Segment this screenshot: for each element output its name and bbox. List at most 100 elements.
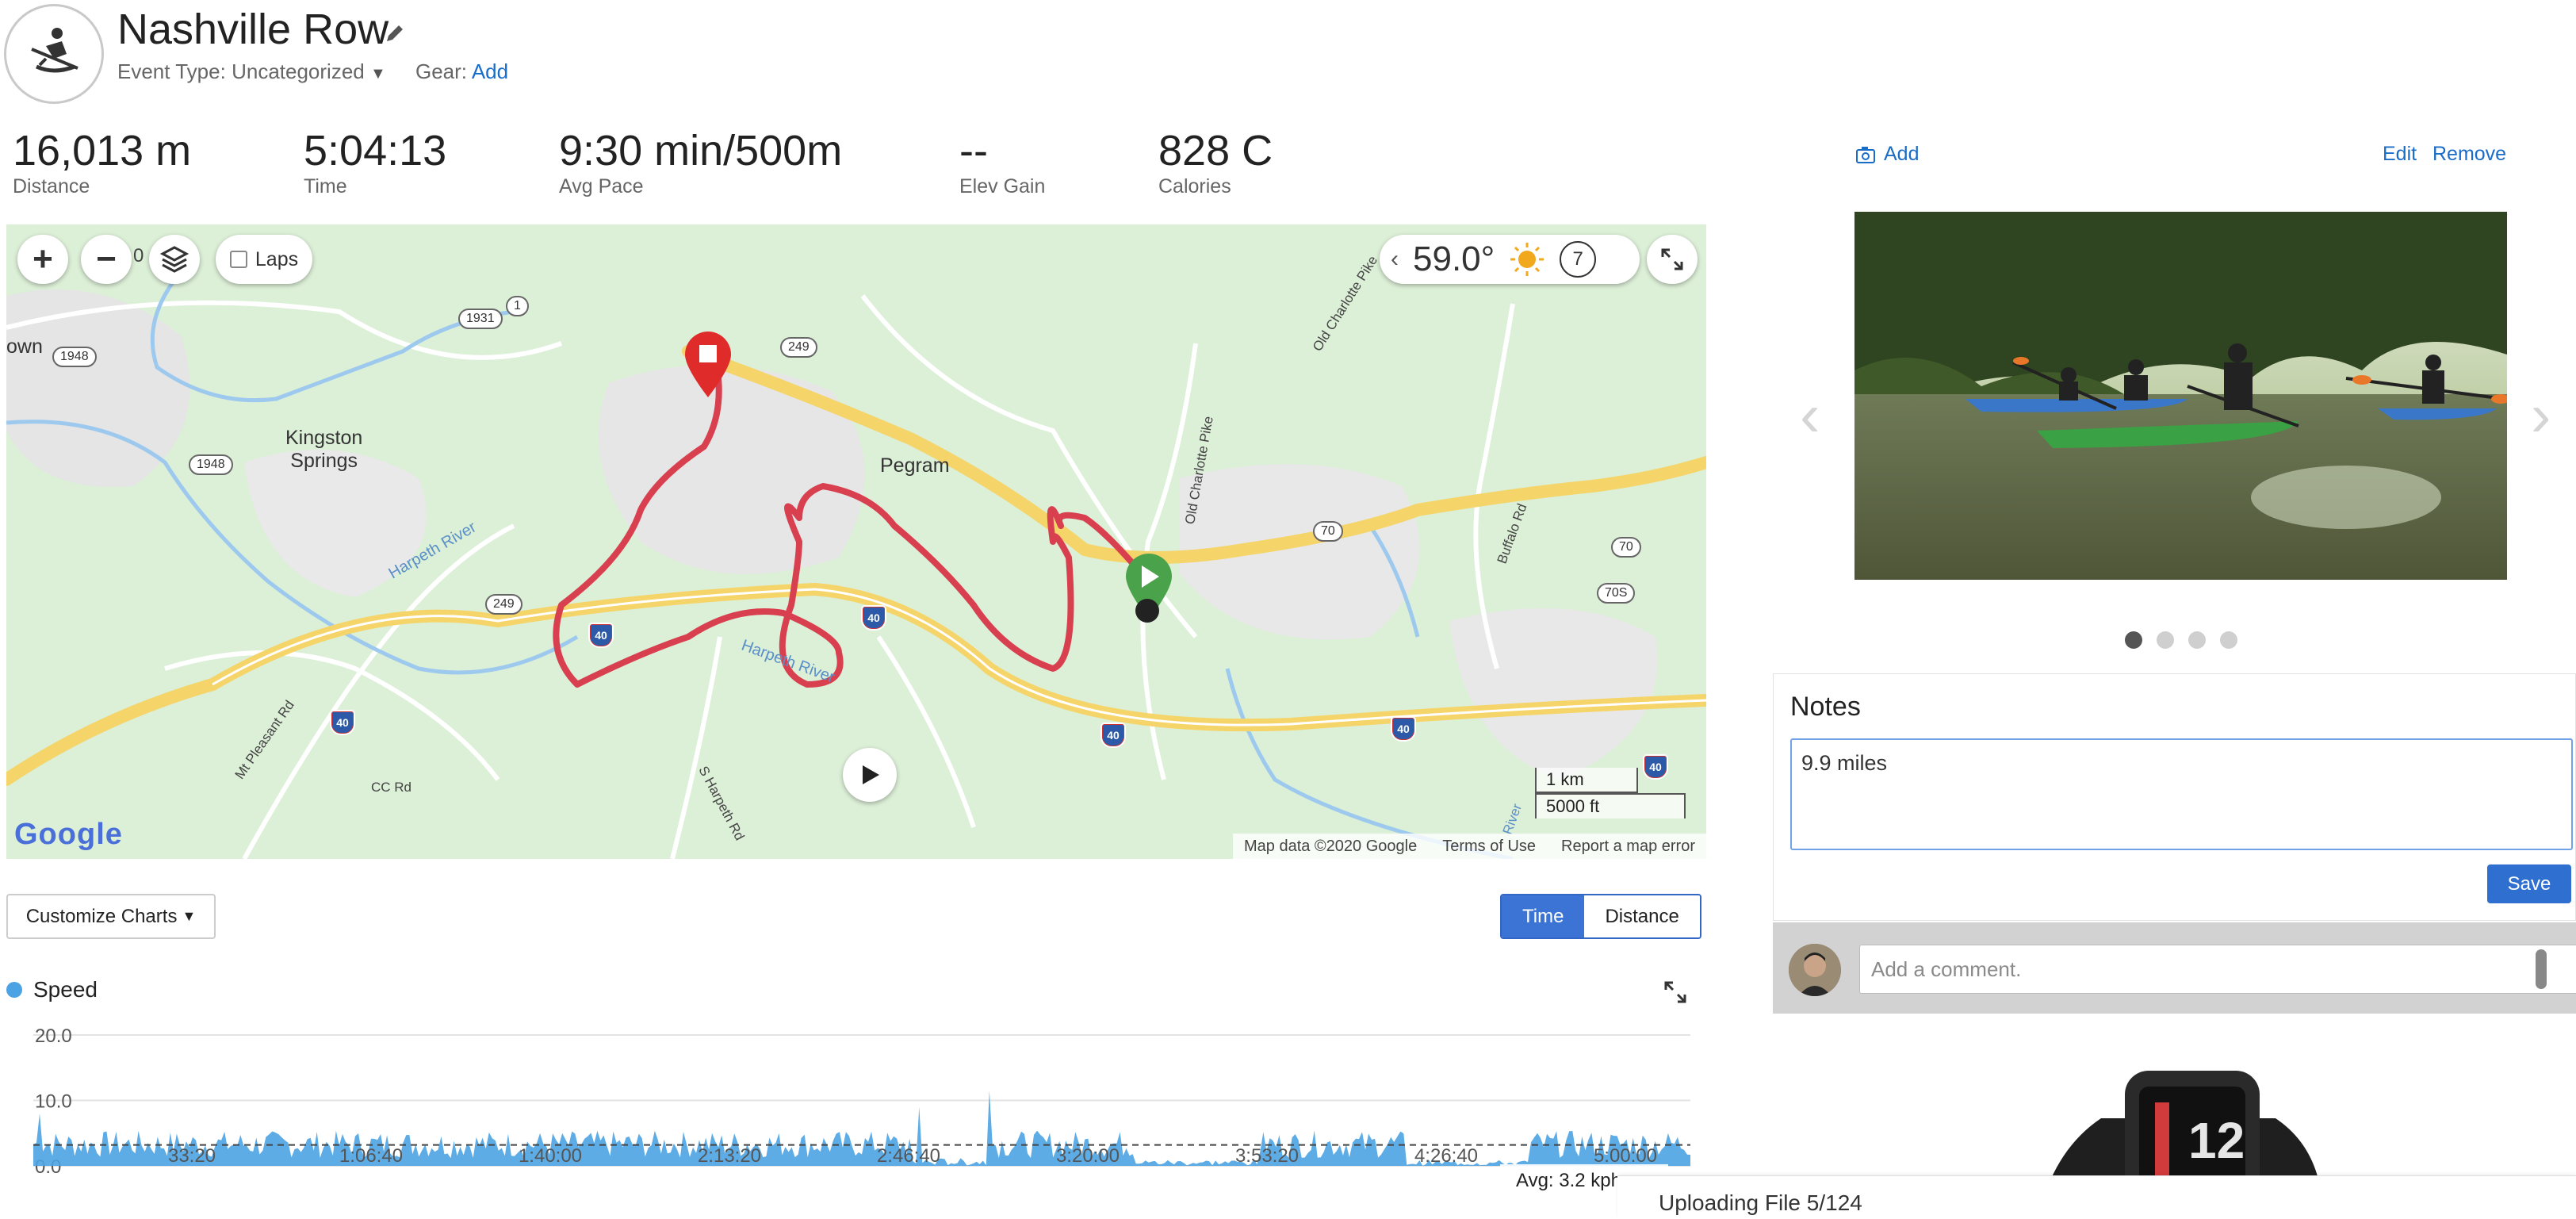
stat-avg-pace: 9:30 min/500m Avg Pace <box>559 129 842 198</box>
x-tick-label: 2:46:40 <box>877 1145 940 1167</box>
speed-legend-dot <box>6 982 22 998</box>
interstate-shield: 40 <box>861 605 886 631</box>
stat-calories: 828 C Calories <box>1158 129 1273 198</box>
route-shield: 70 <box>1611 537 1641 558</box>
pagination-dot[interactable] <box>2157 631 2174 649</box>
stat-value: 9:30 min/500m <box>559 127 843 174</box>
photo-next-arrow-icon[interactable]: › <box>2531 381 2551 450</box>
wind-indicator-icon: 7 <box>1560 241 1597 278</box>
add-photo-button[interactable]: Add <box>1855 143 1919 166</box>
x-tick-label: 5:00:00 <box>1594 1145 1657 1167</box>
interstate-shield: 40 <box>330 710 355 735</box>
interstate-shield: 40 <box>1100 723 1126 748</box>
activity-photo[interactable] <box>1854 212 2507 580</box>
speed-legend-label: Speed <box>33 977 98 1002</box>
x-tick-label: 2:13:20 <box>698 1145 761 1167</box>
photo-pagination <box>2125 631 2237 649</box>
comment-scrollbar[interactable] <box>2536 949 2547 989</box>
gear-add-link[interactable]: Add <box>472 59 508 83</box>
report-error-link[interactable]: Report a map error <box>1561 838 1695 856</box>
edit-title-pencil-icon[interactable] <box>384 22 406 44</box>
customize-charts-label: Customize Charts <box>25 905 178 927</box>
fullscreen-map-button[interactable] <box>1647 235 1698 284</box>
map-data-credit: Map data ©2020 Google <box>1243 837 1418 855</box>
finish-marker-icon[interactable] <box>682 328 734 399</box>
speed-chart[interactable]: 20.010.00.033:20 1:06:40 1:40:00 2:13:20 2:4… <box>0 1015 1697 1219</box>
x-axis-toggle: Time Distance <box>1500 894 1701 939</box>
scale-ft: 5000 ft <box>1535 793 1686 818</box>
stat-distance: 16,013 m Distance <box>13 129 191 198</box>
pagination-dot[interactable] <box>2125 631 2142 649</box>
pagination-dot[interactable] <box>2220 631 2237 649</box>
end-point-icon <box>1135 599 1159 623</box>
play-icon <box>863 765 879 784</box>
time-toggle-button[interactable]: Time <box>1502 895 1585 937</box>
caret-down-icon: ▼ <box>369 65 386 82</box>
temperature-value: 59.0° <box>1413 240 1495 278</box>
terms-link[interactable]: Terms of Use <box>1442 838 1536 856</box>
google-logo: Google <box>14 818 123 851</box>
add-photo-label: Add <box>1884 143 1920 165</box>
town-label-kingston: Kingston Springs <box>285 427 363 472</box>
stat-value: 5:04:13 <box>304 127 447 174</box>
pagination-dot[interactable] <box>2188 631 2206 649</box>
expand-chart-button[interactable] <box>1663 980 1687 1008</box>
upload-status: Uploading File 5/124 <box>1617 1175 2576 1219</box>
y-tick-label: 10.0 <box>35 1091 72 1113</box>
stat-label: Avg Pace <box>559 175 644 197</box>
x-tick-label: 4:26:40 <box>1414 1145 1478 1167</box>
user-avatar <box>1789 944 1841 996</box>
expand-icon <box>1664 981 1686 1003</box>
map-layers-button[interactable] <box>149 235 200 284</box>
distance-toggle-button[interactable]: Distance <box>1584 895 1700 937</box>
zoom-in-button[interactable]: + <box>17 235 68 284</box>
y-tick-label: 20.0 <box>35 1025 72 1047</box>
stat-label: Time <box>304 175 347 197</box>
town-label-partial: own <box>6 335 43 358</box>
gear-field: Gear: Add <box>415 59 508 84</box>
remove-photo-link[interactable]: Remove <box>2432 143 2506 166</box>
x-tick-label: 3:53:20 <box>1235 1145 1299 1167</box>
route-shield: 1931 <box>458 309 503 329</box>
route-shield: 1948 <box>189 454 233 475</box>
chevron-left-icon[interactable]: ‹ <box>1391 246 1399 273</box>
sun-icon <box>1510 243 1544 276</box>
laps-checkbox[interactable] <box>229 251 247 268</box>
laps-label: Laps <box>255 247 299 270</box>
route-shield: 70S <box>1597 583 1636 604</box>
weather-widget[interactable]: ‹ 59.0° 7 <box>1380 235 1640 284</box>
stat-label: Distance <box>13 175 90 197</box>
save-notes-button[interactable]: Save <box>2487 864 2571 903</box>
activity-title: Nashville Row <box>117 6 389 53</box>
photo-prev-arrow-icon[interactable]: ‹ <box>1800 381 1820 450</box>
zoom-level: 0 <box>133 245 144 266</box>
notes-textarea[interactable] <box>1790 738 2573 850</box>
map-attribution: Map data ©2020 Google Terms of Use Repor… <box>1232 834 1706 859</box>
route-map[interactable]: Kingston Springs Pegram own Harpeth River… <box>6 224 1706 859</box>
event-type-selector[interactable]: Event Type: Uncategorized ▼ <box>117 59 386 84</box>
rowing-activity-icon <box>4 4 104 104</box>
route-shield: 70 <box>1313 521 1343 542</box>
playback-button[interactable] <box>843 748 897 802</box>
customize-charts-button[interactable]: Customize Charts ▼ <box>6 894 216 939</box>
wind-value: 7 <box>1572 248 1583 270</box>
interstate-shield: 40 <box>1391 716 1416 742</box>
road-label: CC Rd <box>371 780 412 795</box>
comment-input[interactable] <box>1859 945 2576 994</box>
stat-label: Calories <box>1158 175 1231 197</box>
town-label-pegram: Pegram <box>880 454 950 477</box>
caret-down-icon: ▼ <box>182 908 197 924</box>
gear-label: Gear: <box>415 59 468 83</box>
avg-label: Avg: 3.2 kph <box>1516 1170 1621 1191</box>
edit-photo-link[interactable]: Edit <box>2383 143 2417 166</box>
x-tick-label: 33:20 <box>168 1145 216 1167</box>
rower-icon <box>31 28 78 73</box>
x-tick-label: 1:40:00 <box>519 1145 582 1167</box>
scale-km: 1 km <box>1535 768 1638 793</box>
speed-legend[interactable]: Speed <box>6 977 98 1002</box>
route-shield: 249 <box>485 594 522 615</box>
laps-toggle[interactable]: Laps <box>216 235 312 284</box>
route-shield: 249 <box>780 337 817 358</box>
event-type-label: Event Type: <box>117 59 226 83</box>
zoom-out-button[interactable]: − <box>81 235 132 284</box>
